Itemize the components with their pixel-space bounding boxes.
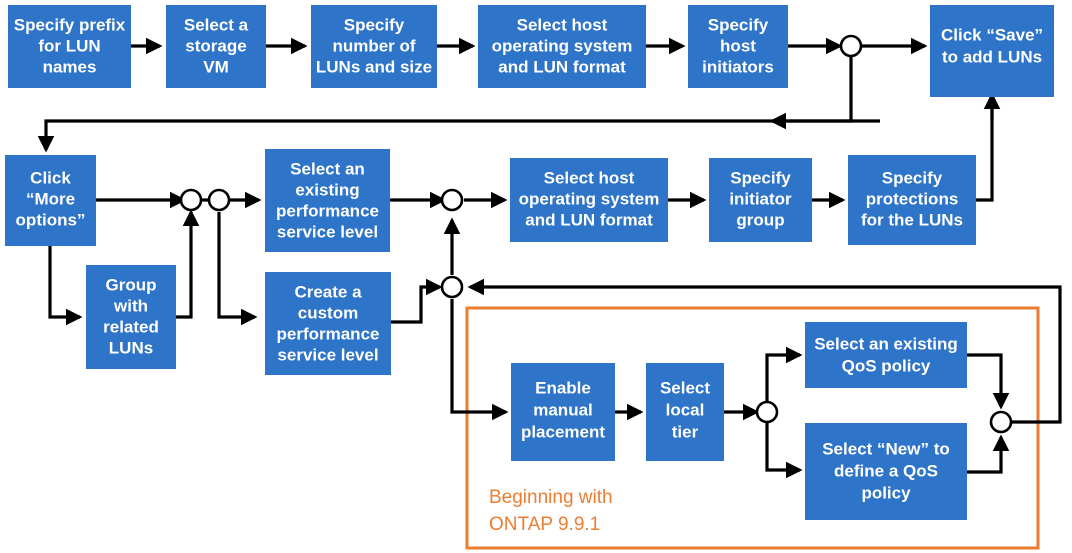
node-label-line: operating system xyxy=(492,36,633,55)
node-label-line: LUNs and size xyxy=(316,57,432,76)
node-label-line: placement xyxy=(521,422,605,441)
group-caption: Beginning with ONTAP 9.9.1 xyxy=(489,487,613,535)
node-select-host-os-and-lun-format-top[interactable]: Select host operating system and LUN for… xyxy=(478,5,646,88)
node-label-line: operating system xyxy=(519,189,660,208)
node-label-line: related xyxy=(103,317,159,336)
flowchart-diagram: Specify prefix for LUN names Select a st… xyxy=(0,0,1072,553)
node-label-line: policy xyxy=(861,483,911,502)
edge-j3-n10 xyxy=(217,212,258,326)
node-specify-number-of-luns-and-size[interactable]: Specify number of LUNs and size xyxy=(311,5,437,88)
node-click-save-to-add-luns[interactable]: Click “Save” to add LUNs xyxy=(930,5,1054,97)
node-label-line: “More xyxy=(26,189,75,208)
node-label-line: options” xyxy=(16,210,86,229)
node-label-line: group xyxy=(736,210,784,229)
node-specify-protections-for-the-luns[interactable]: Specify protections for the LUNs xyxy=(848,155,976,245)
edge-j6-n16 xyxy=(765,346,803,401)
node-select-a-storage-vm[interactable]: Select a storage VM xyxy=(166,5,266,88)
node-label-line: Specify xyxy=(708,15,769,34)
edge-n7-n8 xyxy=(48,246,83,326)
group-caption-line: Beginning with xyxy=(489,487,613,508)
node-label-line: custom xyxy=(298,303,358,322)
node-specify-prefix-for-lun-names[interactable]: Specify prefix for LUN names xyxy=(8,5,131,88)
node-label-line: initiator xyxy=(729,189,792,208)
node-label-line: local xyxy=(666,400,705,419)
node-select-existing-qos-policy[interactable]: Select an existing QoS policy xyxy=(805,322,967,388)
node-label-line: Click xyxy=(30,168,71,187)
node-label-line: storage xyxy=(185,36,246,55)
node-label-line: manual xyxy=(533,400,593,419)
junction-perf-level-merge xyxy=(440,188,464,212)
node-label-line: LUNs xyxy=(109,338,153,357)
edge-n8-j2 xyxy=(176,209,200,319)
edge-n16-j7 xyxy=(967,353,1010,410)
node-label-line: tier xyxy=(672,422,699,441)
node-label-line: service level xyxy=(277,222,378,241)
node-group-with-related-luns[interactable]: Group with related LUNs xyxy=(86,265,176,369)
node-label-line: for the LUNs xyxy=(861,210,963,229)
node-label-line: Create a xyxy=(294,282,362,301)
node-label-line: and LUN format xyxy=(498,57,626,76)
node-label-line: initiators xyxy=(702,57,774,76)
node-select-local-tier[interactable]: Select local tier xyxy=(646,363,724,461)
node-label-line: performance xyxy=(277,324,380,343)
node-label-line: VM xyxy=(203,57,229,76)
junction-qos-split xyxy=(755,400,779,424)
node-label-line: QoS policy xyxy=(842,356,931,375)
node-label-line: Click “Save” xyxy=(941,25,1043,44)
node-label-line: Select host xyxy=(517,15,608,34)
node-label-line: Select “New” to xyxy=(822,439,950,458)
node-label-line: Enable xyxy=(535,378,591,397)
node-select-host-os-and-lun-format-row2[interactable]: Select host operating system and LUN for… xyxy=(510,158,668,242)
edge-n17-j7 xyxy=(967,434,1010,474)
node-label-line: for LUN xyxy=(38,36,100,55)
node-label-line: Select xyxy=(660,378,710,397)
edge-j6-n17 xyxy=(765,423,803,479)
node-label-line: to add LUNs xyxy=(942,47,1042,66)
node-specify-initiator-group[interactable]: Specify initiator group xyxy=(709,158,812,242)
node-label-line: with xyxy=(113,296,148,315)
node-label-line: protections xyxy=(866,189,959,208)
node-label-line: performance xyxy=(276,201,379,220)
group-caption-line: ONTAP 9.9.1 xyxy=(489,514,600,535)
edge-n10-j5 xyxy=(391,278,443,324)
edge-n13-up xyxy=(976,97,994,202)
node-label-line: Specify xyxy=(730,168,791,187)
node-label-line: Group xyxy=(106,275,157,294)
node-label-line: Specify prefix xyxy=(14,15,126,34)
node-label-line: number of xyxy=(332,36,415,55)
node-label-line: Specify xyxy=(344,15,405,34)
junction-more-options-merge xyxy=(179,188,203,212)
node-click-more-options[interactable]: Click “More options” xyxy=(5,155,96,246)
node-label-line: define a QoS xyxy=(834,461,938,480)
node-label-line: Select a xyxy=(184,15,249,34)
node-select-existing-performance-service-level[interactable]: Select an existing performance service l… xyxy=(265,149,390,252)
node-label-line: existing xyxy=(295,180,359,199)
junction-perf-level-split xyxy=(207,188,231,212)
node-enable-manual-placement[interactable]: Enable manual placement xyxy=(511,363,615,461)
node-label-line: Specify xyxy=(882,168,943,187)
edge-j5-n14 xyxy=(450,299,509,421)
junction-after-host-initiators xyxy=(839,34,863,58)
node-label-line: Select host xyxy=(544,168,635,187)
node-label-line: names xyxy=(43,57,97,76)
node-specify-host-initiators[interactable]: Specify host initiators xyxy=(688,5,788,88)
node-create-custom-performance-service-level[interactable]: Create a custom performance service leve… xyxy=(265,272,391,375)
flowchart-canvas: Specify prefix for LUN names Select a st… xyxy=(5,5,1062,550)
node-label-line: host xyxy=(720,36,756,55)
node-label-line: and LUN format xyxy=(525,210,653,229)
node-select-new-to-define-qos-policy[interactable]: Select “New” to define a QoS policy xyxy=(805,423,967,520)
junction-qos-merge xyxy=(989,410,1013,434)
node-label-line: Select an existing xyxy=(814,334,958,353)
node-label-line: Select an xyxy=(290,159,365,178)
node-label-line: service level xyxy=(277,345,378,364)
junction-manual-placement-merge xyxy=(440,275,464,299)
